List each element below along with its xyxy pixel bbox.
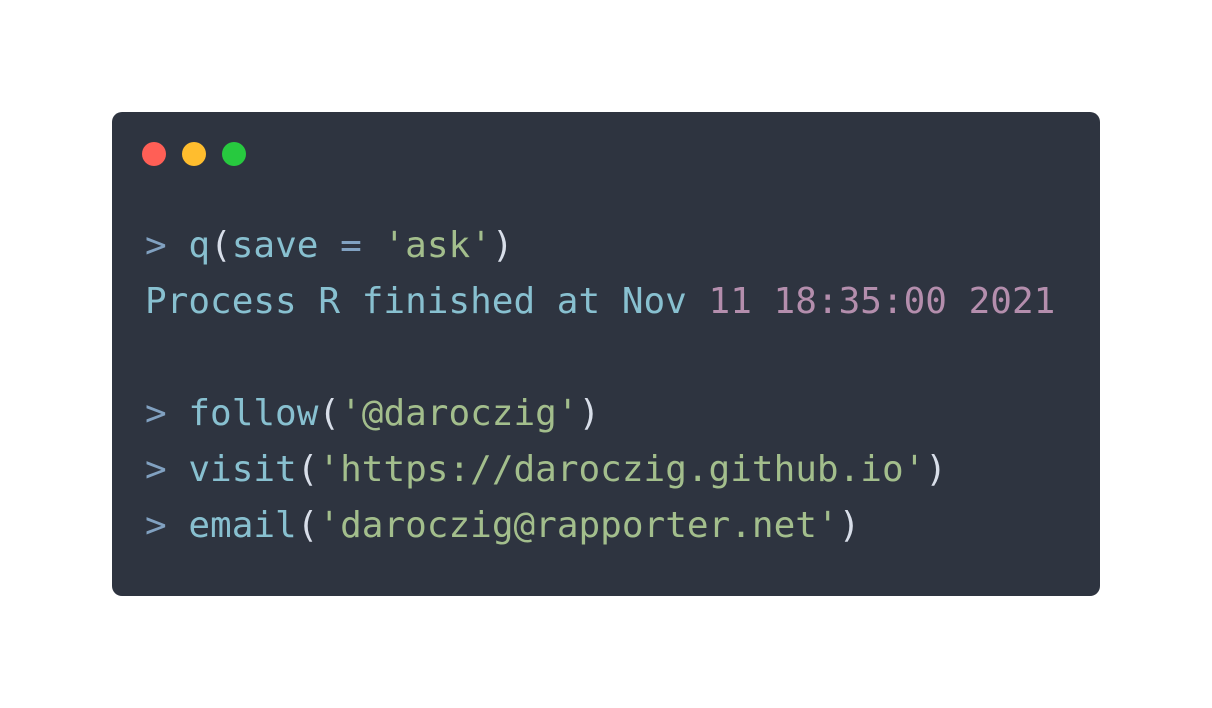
code-token-prompt: > — [145, 505, 189, 546]
code-token-string: '@daroczig' — [340, 393, 579, 434]
close-dot-icon[interactable] — [142, 142, 166, 166]
code-token-punctuation: ) — [838, 505, 861, 546]
code-token-punctuation: ( — [318, 393, 341, 434]
code-token-punctuation: ( — [296, 449, 319, 490]
code-token-punctuation: ) — [491, 225, 514, 266]
code-token-number: 11 18:35:00 2021 — [708, 281, 1056, 322]
code-token-function: visit — [188, 449, 297, 490]
code-token-punctuation: ( — [296, 505, 319, 546]
code-token-punctuation — [362, 225, 384, 266]
code-window: > q(save = 'ask') Process R finished at N… — [112, 112, 1100, 596]
code-block: > q(save = 'ask') Process R finished at N… — [145, 218, 1055, 554]
code-token-punctuation: ) — [578, 393, 601, 434]
code-line: > email('daroczig@rapporter.net') — [145, 498, 1055, 554]
code-line: > follow('@daroczig') — [145, 386, 1055, 442]
code-token-function: q — [188, 225, 211, 266]
code-token-punctuation: ) — [925, 449, 947, 490]
code-line: > visit('https://daroczig.github.io') — [145, 442, 1055, 498]
code-token-function: save — [231, 225, 341, 266]
window-controls — [142, 142, 246, 166]
maximize-dot-icon[interactable] — [222, 142, 246, 166]
code-token-function: follow — [188, 393, 319, 434]
code-token-function: Process R finished at Nov — [145, 281, 709, 322]
code-token-prompt: = — [340, 225, 362, 266]
code-line: > q(save = 'ask') — [145, 218, 1055, 274]
code-token-function: email — [188, 505, 297, 546]
code-token-string: 'daroczig@rapporter.net' — [318, 505, 839, 546]
code-token-prompt: > — [145, 225, 189, 266]
code-token-prompt: > — [145, 449, 189, 490]
code-token-string: 'https://daroczig.github.io' — [318, 449, 926, 490]
minimize-dot-icon[interactable] — [182, 142, 206, 166]
code-token-punctuation: ( — [210, 225, 232, 266]
code-token-string: 'ask' — [383, 225, 492, 266]
code-token-prompt: > — [145, 393, 189, 434]
code-line: Process R finished at Nov 11 18:35:00 20… — [145, 274, 1055, 330]
